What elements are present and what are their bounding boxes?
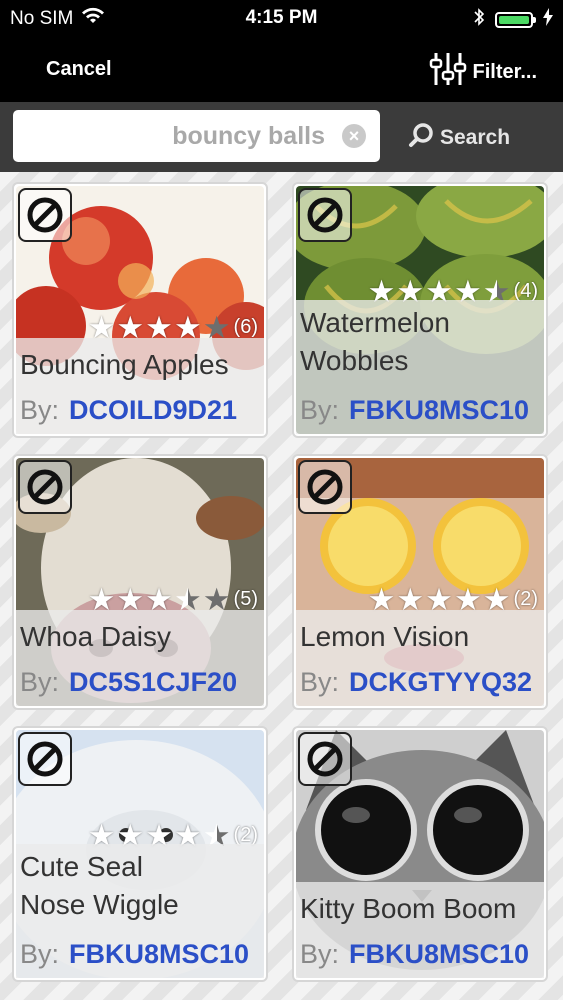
rating-count: (6): [233, 316, 258, 338]
sliders-icon: [429, 50, 467, 94]
author-code[interactable]: DCOILD9D21: [69, 395, 237, 425]
rating-count: (5): [233, 588, 258, 610]
search-input[interactable]: [13, 110, 333, 162]
card-title: Kitty Boom Boom: [300, 893, 517, 924]
close-icon: ×: [348, 126, 360, 146]
block-button[interactable]: [298, 732, 352, 786]
charging-icon: [543, 8, 553, 32]
block-icon: [307, 197, 343, 233]
card-title: Lemon Vision: [300, 621, 470, 652]
result-card[interactable]: Kitty Boom Boom By: FBKU8MSC10: [292, 726, 548, 982]
search-field: ×: [13, 110, 380, 162]
card-info: Cute Seal Nose Wiggle By: FBKU8MSC10: [16, 844, 264, 978]
block-icon: [307, 741, 343, 777]
card-author: By: DCKGTYYQ32: [300, 667, 532, 698]
filter-label: Filter...: [472, 60, 537, 83]
search-button[interactable]: Search: [408, 122, 510, 154]
author-code[interactable]: FBKU8MSC10: [69, 939, 249, 969]
card-author: By: FBKU8MSC10: [300, 939, 529, 970]
search-button-label: Search: [440, 126, 511, 149]
card-title: Cute Seal: [20, 851, 143, 882]
magnifier-icon: [408, 122, 434, 154]
card-title-line2: Nose Wiggle: [20, 889, 179, 920]
block-icon: [27, 469, 63, 505]
card-info: Kitty Boom Boom By: FBKU8MSC10: [296, 882, 544, 978]
card-info: Bouncing Apples By: DCOILD9D21: [16, 338, 264, 434]
author-code[interactable]: DC5S1CJF20: [69, 667, 237, 697]
block-icon: [307, 469, 343, 505]
rating-count: (2): [513, 588, 538, 610]
card-title: Watermelon: [300, 307, 450, 338]
block-button[interactable]: [18, 460, 72, 514]
block-icon: [27, 197, 63, 233]
card-info: Lemon Vision By: DCKGTYYQ32: [296, 610, 544, 706]
bluetooth-icon: [473, 7, 485, 33]
result-card[interactable]: ★ ★ ★ ★ ★ (2) Lemon Vision By: DCKGTYYQ32: [292, 454, 548, 710]
block-button[interactable]: [298, 460, 352, 514]
battery-icon: [495, 12, 536, 28]
result-card[interactable]: ★ ★ ★ ★ ★ (4) Watermelon Wobbles By: FBKU8MSC…: [292, 182, 548, 438]
result-card[interactable]: ★ ★ ★ ★ ★ (5) Whoa Daisy By: DC5S1CJF20: [12, 454, 268, 710]
nav-bar: Cancel Filter...: [0, 36, 563, 102]
author-code[interactable]: FBKU8MSC10: [349, 939, 529, 969]
by-label: By:: [300, 667, 340, 697]
block-icon: [27, 741, 63, 777]
by-label: By:: [300, 395, 340, 425]
block-button[interactable]: [18, 188, 72, 242]
by-label: By:: [20, 939, 60, 969]
card-author: By: FBKU8MSC10: [20, 939, 249, 970]
result-card[interactable]: ★ ★ ★ ★ ★ (6) Bouncing Apples By: DCOILD9D21: [12, 182, 268, 438]
card-title: Bouncing Apples: [20, 349, 229, 380]
cancel-button[interactable]: Cancel: [46, 58, 112, 81]
block-button[interactable]: [298, 188, 352, 242]
card-info: Watermelon Wobbles By: FBKU8MSC10: [296, 300, 544, 434]
card-title: Whoa Daisy: [20, 621, 171, 652]
by-label: By:: [20, 395, 60, 425]
card-title-line2: Wobbles: [300, 345, 409, 376]
card-info: Whoa Daisy By: DC5S1CJF20: [16, 610, 264, 706]
card-author: By: DCOILD9D21: [20, 395, 237, 426]
filter-button[interactable]: Filter...: [429, 50, 537, 94]
status-bar: No SIM 4:15 PM: [0, 0, 563, 36]
author-code[interactable]: FBKU8MSC10: [349, 395, 529, 425]
by-label: By:: [20, 667, 60, 697]
by-label: By:: [300, 939, 340, 969]
card-author: By: DC5S1CJF20: [20, 667, 237, 698]
search-bar: × Search: [0, 102, 563, 172]
card-author: By: FBKU8MSC10: [300, 395, 529, 426]
results-grid: ★ ★ ★ ★ ★ (6) Bouncing Apples By: DCOILD9D21: [0, 172, 563, 1000]
result-card[interactable]: ★ ★ ★ ★ ★ (2) Cute Seal Nose Wiggle By: FBKU8…: [12, 726, 268, 982]
author-code[interactable]: DCKGTYYQ32: [349, 667, 532, 697]
clear-search-button[interactable]: ×: [342, 124, 366, 148]
block-button[interactable]: [18, 732, 72, 786]
